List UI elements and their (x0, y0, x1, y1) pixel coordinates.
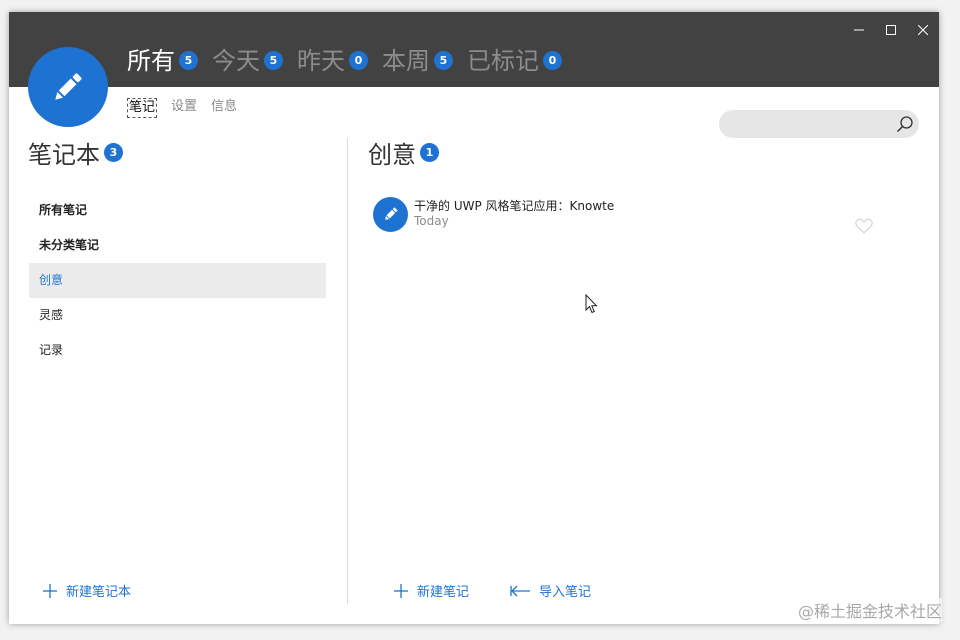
note-list-item[interactable]: 干净的 UWP 风格笔记应用：Knowte Today (373, 194, 883, 234)
note-avatar (373, 196, 408, 232)
tab-label: 本周 (382, 47, 430, 75)
panel-divider (347, 138, 348, 604)
minimize-icon (854, 29, 864, 31)
new-note-label: 新建笔记 (417, 585, 470, 600)
notebooks-heading: 笔记本 3 (28, 138, 123, 172)
maximize-icon (886, 25, 896, 35)
subtab-settings[interactable]: 设置 (171, 98, 197, 118)
import-note-label: 导入笔记 (539, 585, 592, 600)
import-arrow-icon (510, 585, 530, 596)
note-date: Today (414, 214, 449, 228)
count-badge: 5 (179, 51, 198, 70)
favorite-toggle[interactable] (855, 218, 873, 238)
search-input[interactable] (719, 110, 891, 138)
count-badge: 3 (104, 143, 123, 162)
tab-yesterday[interactable]: 昨天 0 (297, 46, 368, 76)
pencil-icon (384, 207, 397, 220)
count-badge: 5 (264, 51, 283, 70)
tab-label: 已标记 (467, 47, 539, 75)
notebook-item-creative[interactable]: 创意 (29, 263, 326, 298)
top-tabs: 所有 5 今天 5 昨天 0 本周 5 已标记 0 (127, 46, 576, 76)
app-logo (28, 47, 108, 127)
title-bar: 所有 5 今天 5 昨天 0 本周 5 已标记 0 (9, 12, 939, 87)
tab-all[interactable]: 所有 5 (127, 46, 198, 76)
heart-icon (855, 218, 873, 234)
notes-heading: 创意 1 (368, 138, 439, 172)
count-badge: 5 (434, 51, 453, 70)
pencil-icon (55, 73, 82, 100)
tab-label: 所有 (127, 47, 175, 75)
mouse-cursor-icon (585, 294, 598, 314)
note-title: 干净的 UWP 风格笔记应用：Knowte (414, 199, 615, 213)
tab-label: 昨天 (297, 47, 345, 75)
plus-icon (394, 583, 408, 598)
notebook-item-all-notes[interactable]: 所有笔记 (29, 193, 326, 228)
count-badge: 1 (420, 143, 439, 162)
window-controls (843, 18, 939, 42)
notebook-list: 所有笔记 未分类笔记 创意 灵感 记录 (29, 193, 326, 368)
tab-flagged[interactable]: 已标记 0 (467, 46, 562, 76)
notes-title: 创意 (368, 141, 416, 169)
minimize-button[interactable] (843, 18, 875, 42)
search-button[interactable] (891, 110, 919, 138)
close-icon (918, 25, 928, 35)
new-notebook-button[interactable]: 新建笔记本 (42, 581, 131, 600)
tab-this-week[interactable]: 本周 5 (382, 46, 453, 76)
notebooks-title: 笔记本 (28, 141, 100, 169)
tab-label: 今天 (212, 47, 260, 75)
subtab-info[interactable]: 信息 (211, 98, 237, 118)
notebook-item-unfiled[interactable]: 未分类笔记 (29, 228, 326, 263)
count-badge: 0 (349, 51, 368, 70)
notebook-item-inspiration[interactable]: 灵感 (29, 298, 326, 333)
count-badge: 0 (543, 51, 562, 70)
new-note-button[interactable]: 新建笔记 (393, 581, 469, 600)
subtab-notes[interactable]: 笔记 (127, 98, 158, 118)
new-notebook-label: 新建笔记本 (66, 585, 132, 600)
search-box (719, 110, 919, 138)
notebooks-panel: 笔记本 3 所有笔记 未分类笔记 创意 灵感 记录 新建笔记本 (9, 138, 349, 608)
plus-icon (43, 583, 57, 598)
close-button[interactable] (907, 18, 939, 42)
tab-today[interactable]: 今天 5 (212, 46, 283, 76)
app-window: 所有 5 今天 5 昨天 0 本周 5 已标记 0 笔记 设置 信息 笔记本 3… (9, 12, 939, 624)
search-icon (896, 116, 913, 133)
sub-tabs: 笔记 设置 信息 (127, 98, 251, 118)
note-text: 干净的 UWP 风格笔记应用：Knowte Today (414, 199, 614, 229)
watermark: @稀土掘金技术社区 (797, 598, 942, 622)
notes-panel: 创意 1 干净的 UWP 风格笔记应用：Knowte Today 新建笔记 导入… (359, 138, 929, 608)
notebook-item-records[interactable]: 记录 (29, 333, 326, 368)
maximize-button[interactable] (875, 18, 907, 42)
import-note-button[interactable]: 导入笔记 (509, 581, 591, 600)
